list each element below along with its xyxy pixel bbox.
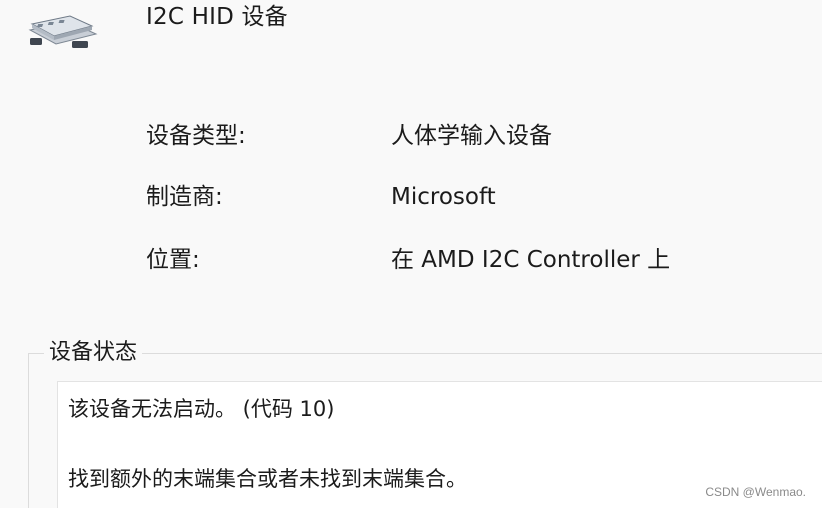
device-properties-panel: I2C HID 设备 设备类型: 人体学输入设备 制造商: Microsoft … (0, 0, 822, 508)
manufacturer-label: 制造商: (146, 184, 223, 210)
status-message-line: 找到额外的末端集合或者未找到末端集合。 (68, 467, 467, 491)
device-status-title: 设备状态 (44, 338, 143, 368)
hid-device-icon (28, 15, 98, 48)
manufacturer-value: Microsoft (391, 184, 496, 210)
watermark: CSDN @Wenmao. (705, 485, 806, 499)
status-group-border-top (28, 353, 822, 354)
status-group-border-left (28, 353, 29, 508)
device-type-value: 人体学输入设备 (391, 123, 552, 149)
location-value: 在 AMD I2C Controller 上 (391, 247, 671, 273)
device-name: I2C HID 设备 (146, 4, 288, 30)
status-message-line: 该设备无法启动。 (代码 10) (68, 397, 335, 421)
device-type-label: 设备类型: (146, 123, 246, 149)
location-label: 位置: (146, 247, 200, 273)
